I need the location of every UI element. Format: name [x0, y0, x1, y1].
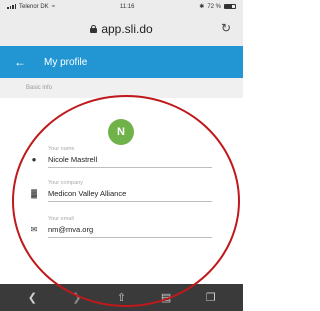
status-right: ✱ 72 %: [199, 3, 236, 10]
share-icon[interactable]: ⇧: [111, 291, 131, 304]
bluetooth-icon: ✱: [199, 4, 205, 10]
mail-icon: ✉: [30, 224, 38, 234]
browser-url-bar[interactable]: app.sli.do ↻: [0, 13, 243, 46]
battery-icon: [224, 4, 236, 9]
signal-icon: [7, 4, 16, 9]
section-header: Basic info: [0, 78, 243, 98]
name-field-row[interactable]: ● Nicole Mastrell: [28, 153, 212, 165]
section-label: Basic info: [26, 85, 53, 91]
wifi-icon: ≈: [51, 3, 55, 10]
back-icon[interactable]: ❮: [22, 291, 42, 304]
company-field-label: Your company: [48, 180, 83, 186]
email-field-underline: [48, 237, 212, 238]
company-field-value[interactable]: Medicon Valley Alliance: [48, 189, 126, 198]
page-blank-area: [0, 246, 243, 284]
status-left: Telenor DK ≈: [7, 4, 55, 10]
url-text: app.sli.do: [101, 22, 153, 36]
lock-icon: [90, 25, 98, 33]
email-field-label: Your email: [48, 216, 74, 222]
status-time: 11:16: [119, 3, 135, 10]
status-bar: Telenor DK ≈ 11:16 ✱ 72 %: [0, 0, 243, 13]
page-title: My profile: [44, 56, 88, 68]
url-field[interactable]: app.sli.do: [40, 19, 203, 39]
reload-icon[interactable]: ↻: [221, 21, 231, 35]
company-field-row[interactable]: ▓ Medicon Valley Alliance: [28, 187, 212, 199]
email-field-value[interactable]: nm@mva.org: [48, 225, 93, 234]
forward-icon[interactable]: ❯: [67, 291, 87, 304]
company-field-underline: [48, 201, 212, 202]
email-field-row[interactable]: ✉ nm@mva.org: [28, 223, 212, 235]
tabs-icon[interactable]: ❐: [201, 291, 221, 304]
avatar[interactable]: N: [108, 119, 134, 145]
person-icon: ●: [31, 154, 37, 164]
avatar-initial: N: [117, 126, 125, 138]
app-header: ← My profile: [0, 46, 243, 78]
battery-percent: 72 %: [207, 3, 221, 10]
name-field-value[interactable]: Nicole Mastrell: [48, 155, 97, 164]
back-arrow-icon[interactable]: ←: [14, 55, 26, 69]
browser-toolbar: ❮ ❯ ⇧ ▤ ❐: [0, 284, 243, 311]
name-field-label: Your name: [48, 146, 75, 152]
name-field-underline: [48, 167, 212, 168]
building-icon: ▓: [31, 188, 37, 198]
carrier-label: Telenor DK: [19, 3, 49, 10]
bookmarks-icon[interactable]: ▤: [156, 291, 176, 304]
